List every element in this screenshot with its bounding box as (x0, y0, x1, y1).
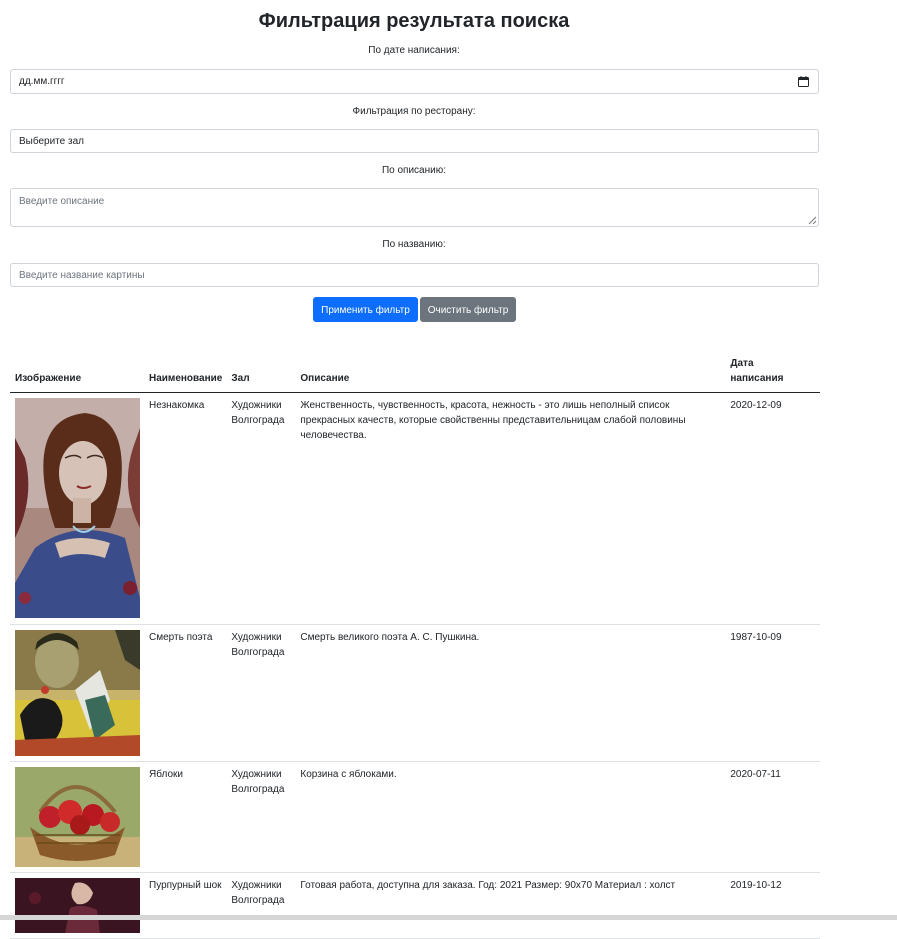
table-row: Пурпурный шок Художники Волгограда Готов… (10, 872, 820, 939)
description-textarea-placeholder: Введите описание (19, 196, 105, 207)
hall-line1: Художники (231, 769, 282, 780)
description-filter-label: По описанию: (381, 165, 447, 176)
calendar-icon[interactable] (798, 76, 809, 87)
description-cell: Корзина с яблоками. (295, 761, 726, 873)
name-cell: Пурпурный шок (144, 872, 227, 939)
restaurant-select-value: Выберите зал (19, 136, 84, 147)
date-cell: 2020-12-09 (725, 392, 820, 625)
date-input-placeholder: дд.мм.гггг (19, 76, 65, 87)
header-date-line1: Дата (730, 358, 754, 369)
restaurant-filter-label: Фильтрация по ресторану: (352, 106, 476, 117)
apply-filter-button[interactable]: Применить фильтр (313, 297, 418, 322)
hall-line1: Художники (231, 880, 282, 891)
apple-basket-painting-icon (15, 767, 140, 867)
header-date-line2: написания (730, 373, 784, 384)
date-input[interactable]: дд.мм.гггг (10, 69, 819, 94)
description-cell: Женственность, чувственность, красота, н… (295, 392, 726, 625)
hall-cell: Художники Волгограда (226, 392, 296, 625)
table-row: Смерть поэта Художники Волгограда Смерть… (10, 624, 820, 762)
table-row: Яблоки Художники Волгограда Корзина с яб… (10, 761, 820, 873)
header-description: Описание (295, 352, 726, 393)
title-filter-label: По названию: (382, 239, 446, 250)
hall-cell: Художники Волгограда (226, 624, 296, 762)
description-textarea[interactable]: Введите описание (10, 188, 819, 227)
hall-line2: Волгограда (231, 895, 285, 906)
hall-line2: Волгограда (231, 415, 285, 426)
results-table: Изображение Наименование Зал Описание Да… (10, 352, 820, 939)
image-cell (10, 872, 144, 939)
date-cell: 2019-10-12 (725, 872, 820, 939)
portrait-woman-painting-icon (15, 398, 140, 618)
name-cell: Яблоки (144, 761, 227, 873)
hall-line1: Художники (231, 400, 282, 411)
purple-shock-painting-icon (15, 878, 140, 933)
hall-line1: Художники (231, 632, 282, 643)
description-cell: Готовая работа, доступна для заказа. Год… (295, 872, 726, 939)
horizontal-scrollbar[interactable] (0, 915, 897, 920)
restaurant-select[interactable]: Выберите зал (10, 129, 819, 153)
table-header-row: Изображение Наименование Зал Описание Да… (10, 352, 820, 393)
name-cell: Незнакомка (144, 392, 227, 625)
hall-cell: Художники Волгограда (226, 872, 296, 939)
date-cell: 1987-10-09 (725, 624, 820, 762)
poet-death-painting-icon (15, 630, 140, 756)
image-cell (10, 624, 144, 762)
hall-line2: Волгограда (231, 647, 285, 658)
image-cell (10, 392, 144, 625)
header-date: Дата написания (725, 352, 820, 393)
image-cell (10, 761, 144, 873)
page-title: Фильтрация результата поиска (258, 10, 570, 32)
title-input-placeholder: Введите название картины (19, 270, 145, 281)
table-row: Незнакомка Художники Волгограда Женствен… (10, 392, 820, 625)
title-input[interactable]: Введите название картины (10, 263, 819, 287)
resize-handle-icon[interactable] (808, 216, 817, 225)
header-name: Наименование (144, 352, 227, 393)
description-cell: Смерть великого поэта А. С. Пушкина. (295, 624, 726, 762)
clear-filter-button[interactable]: Очистить фильтр (420, 297, 516, 322)
header-image: Изображение (10, 352, 144, 393)
name-cell: Смерть поэта (144, 624, 227, 762)
header-hall: Зал (226, 352, 296, 393)
hall-line2: Волгограда (231, 784, 285, 795)
date-filter-label: По дате написания: (368, 45, 460, 56)
hall-cell: Художники Волгограда (226, 761, 296, 873)
date-cell: 2020-07-11 (725, 761, 820, 873)
